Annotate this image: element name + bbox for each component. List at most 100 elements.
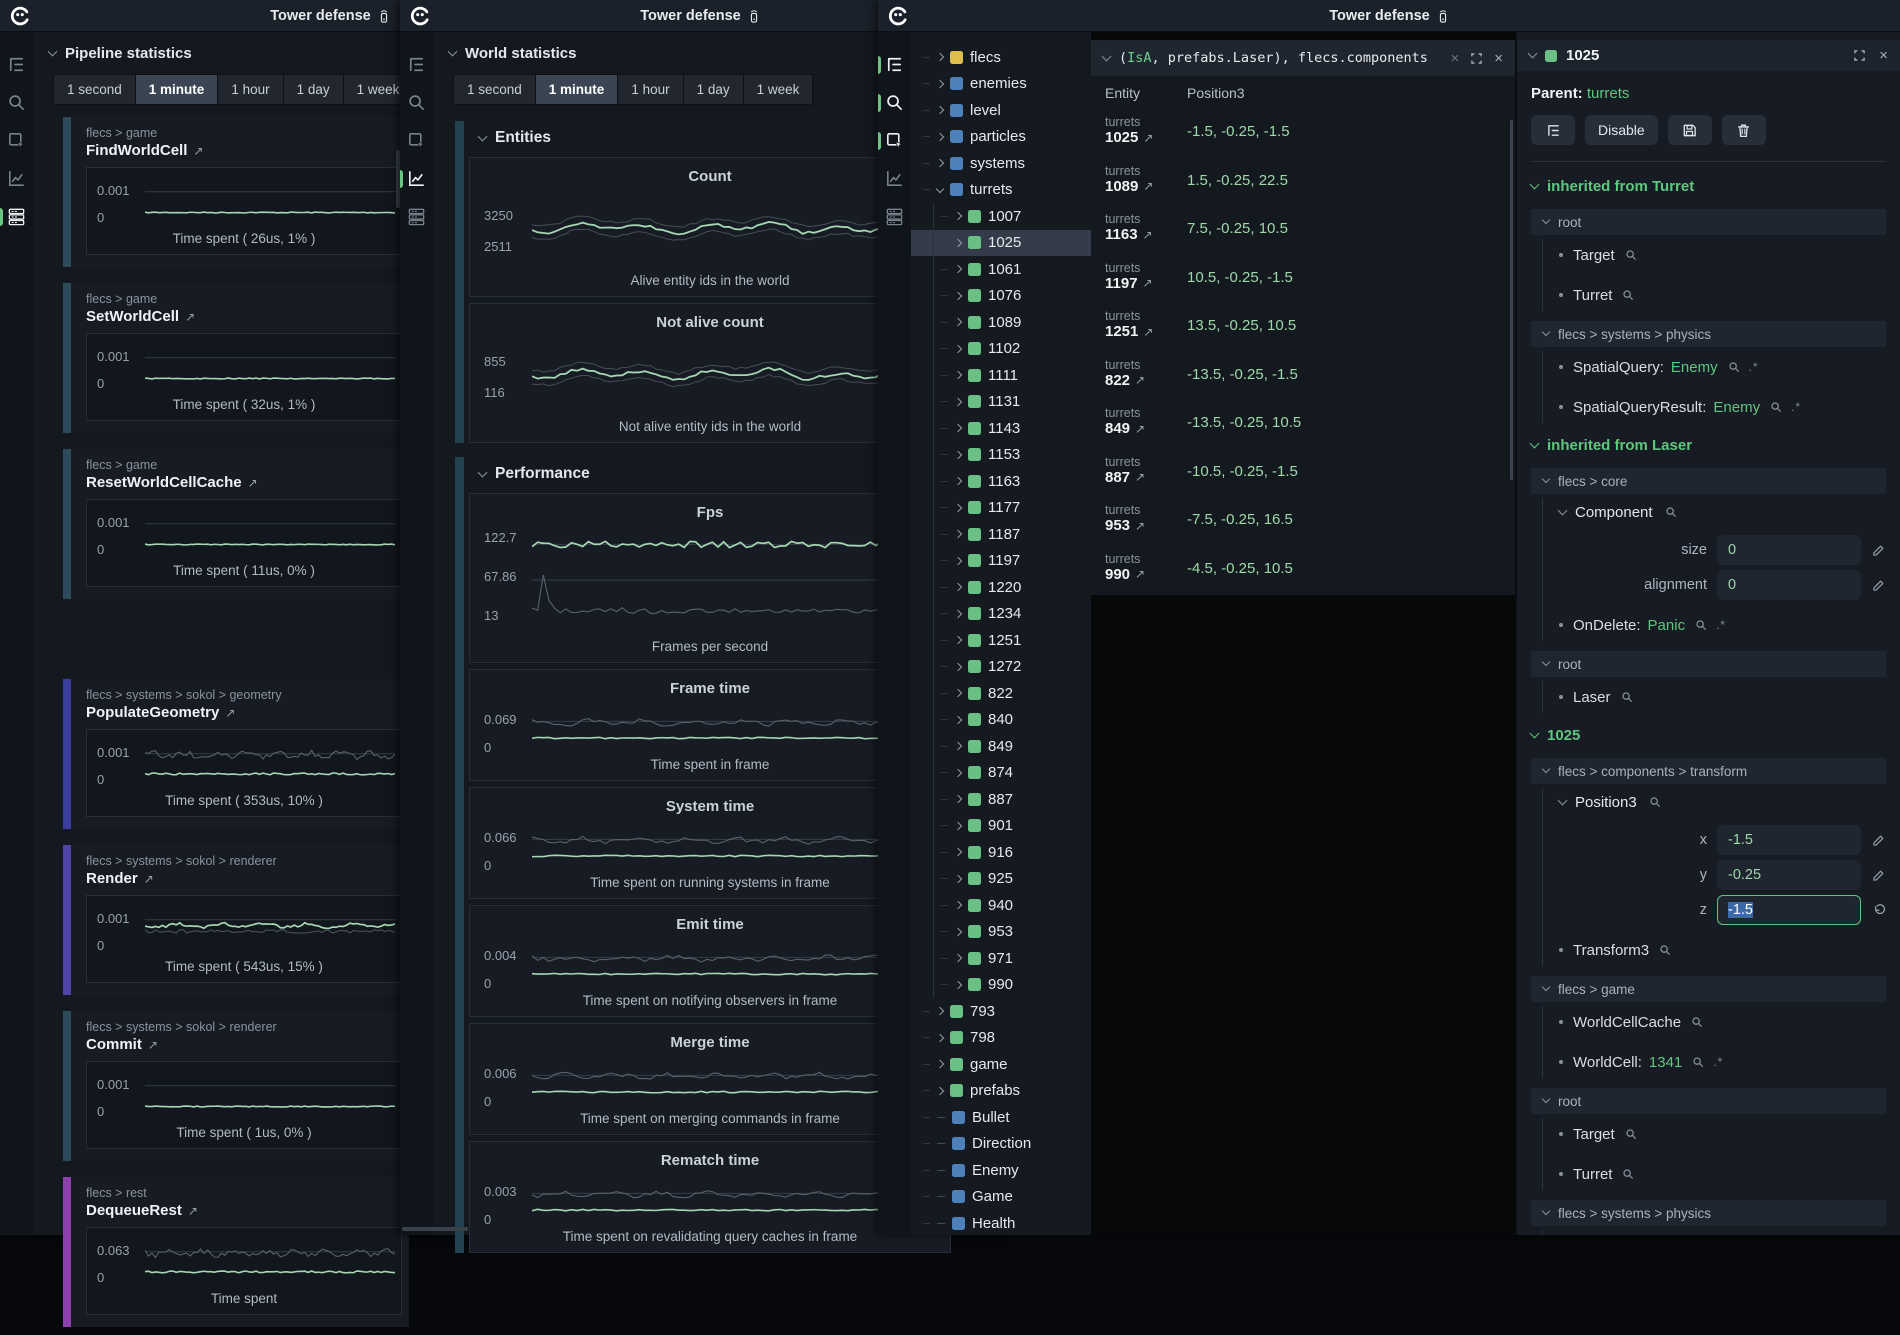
sidebar-item-search[interactable]	[878, 92, 911, 115]
external-link-icon[interactable]: ↗	[1143, 276, 1153, 290]
tree-chevron-icon[interactable]	[954, 318, 962, 326]
query-result-row[interactable]: turrets 822 ↗ -13.5, -0.25, -1.5	[1091, 353, 1515, 402]
tree-item[interactable]: 1234	[911, 601, 1091, 628]
time-range-tab[interactable]: 1 hour	[618, 75, 682, 104]
sidebar-item-tree[interactable]	[0, 54, 33, 77]
entity-id-link[interactable]: 849	[1105, 420, 1130, 437]
own-entity-header[interactable]: 1025	[1531, 717, 1886, 752]
query-magnifier-icon[interactable]	[1620, 690, 1634, 704]
tree-item[interactable]: prefabs	[911, 1078, 1091, 1105]
delete-button[interactable]	[1722, 115, 1766, 145]
tree-item[interactable]: turrets	[911, 177, 1091, 204]
entity-id-link[interactable]: 1163	[1105, 226, 1138, 243]
close-icon[interactable]: ×	[1879, 47, 1888, 64]
z-input-active[interactable]: -1.5	[1717, 895, 1861, 925]
pair-target-link[interactable]: Panic	[1648, 617, 1686, 634]
external-link-icon[interactable]: ↗	[1143, 325, 1153, 339]
entity-id-link[interactable]: 822	[1105, 372, 1130, 389]
tree-chevron-icon[interactable]	[936, 185, 944, 193]
tree-chevron-icon[interactable]	[954, 583, 962, 591]
tree-chevron-icon[interactable]	[954, 875, 962, 883]
tree-item[interactable]: 798	[911, 1025, 1091, 1052]
time-range-tab[interactable]: 1 second	[54, 75, 135, 104]
tree-item[interactable]: Enemy	[911, 1157, 1091, 1184]
query-magnifier-icon[interactable]	[1658, 943, 1672, 957]
tree-item[interactable]: Health	[911, 1210, 1091, 1235]
scope-physics-header[interactable]: flecs > systems > physics	[1531, 321, 1886, 347]
external-link-icon[interactable]: ↗	[193, 144, 203, 158]
query-magnifier-icon[interactable]	[1648, 795, 1662, 809]
tree-chevron-icon[interactable]	[954, 636, 962, 644]
tree-chevron-icon[interactable]	[954, 716, 962, 724]
tree-item[interactable]: 1251	[911, 627, 1091, 654]
sidebar-item-charts[interactable]	[0, 168, 33, 191]
tree-item[interactable]: 1187	[911, 521, 1091, 548]
tree-chevron-icon[interactable]	[937, 1143, 945, 1144]
entity-id-link[interactable]: 1089	[1105, 178, 1138, 195]
external-link-icon[interactable]: ↗	[1135, 519, 1145, 533]
inherited-laser-header[interactable]: inherited from Laser	[1531, 427, 1886, 462]
tree-item[interactable]: 849	[911, 733, 1091, 760]
external-link-icon[interactable]: ↗	[148, 1038, 158, 1052]
save-button[interactable]	[1668, 115, 1712, 145]
sidebar-item-statistics[interactable]	[0, 206, 33, 229]
pair-target-link[interactable]: 1341	[1649, 1054, 1682, 1071]
edit-pencil-icon[interactable]	[1871, 578, 1886, 593]
scrollbar-thumb[interactable]	[1510, 120, 1513, 480]
edit-pencil-icon[interactable]	[1871, 868, 1886, 883]
tree-item[interactable]: 822	[911, 680, 1091, 707]
time-range-tab[interactable]: 1 second	[454, 75, 535, 104]
tree-chevron-icon[interactable]	[937, 1170, 945, 1171]
tree-chevron-icon[interactable]	[936, 53, 944, 61]
tree-chevron-icon[interactable]	[937, 1196, 945, 1197]
time-range-tab[interactable]: 1 week	[744, 75, 813, 104]
tree-item[interactable]: 971	[911, 945, 1091, 972]
tree-chevron-icon[interactable]	[936, 1007, 944, 1015]
entity-id-link[interactable]: 887	[1105, 469, 1130, 486]
tree-chevron-icon[interactable]	[937, 1117, 945, 1118]
tree-chevron-icon[interactable]	[954, 689, 962, 697]
query-magnifier-icon[interactable]	[1691, 1055, 1705, 1069]
disable-button[interactable]: Disable	[1585, 115, 1658, 145]
tree-item[interactable]: 840	[911, 707, 1091, 734]
tree-chevron-icon[interactable]	[954, 530, 962, 538]
query-magnifier-icon[interactable]	[1621, 1167, 1635, 1181]
tree-item[interactable]: Bullet	[911, 1104, 1091, 1131]
entity-id-link[interactable]: 990	[1105, 566, 1130, 583]
query-result-row[interactable]: turrets 1025 ↗ -1.5, -0.25, -1.5	[1091, 110, 1515, 159]
tree-item[interactable]: 887	[911, 786, 1091, 813]
tree-item[interactable]: 1089	[911, 309, 1091, 336]
close-icon[interactable]: ×	[1494, 50, 1503, 67]
sidebar-item-charts[interactable]	[878, 168, 911, 191]
sidebar-item-statistics[interactable]	[878, 206, 911, 229]
clear-query-icon[interactable]: ×	[1450, 50, 1459, 67]
tree-view-button[interactable]	[1531, 115, 1575, 145]
time-range-tab[interactable]: 1 minute	[536, 75, 618, 104]
edit-pencil-icon[interactable]	[1871, 543, 1886, 558]
tree-item[interactable]: 1153	[911, 442, 1091, 469]
edit-pencil-icon[interactable]	[1871, 833, 1886, 848]
chevron-down-icon[interactable]	[1102, 51, 1112, 61]
sidebar-item-search[interactable]	[400, 92, 433, 115]
tree-item[interactable]: 1007	[911, 203, 1091, 230]
time-range-tab[interactable]: 1 day	[284, 75, 343, 104]
pair-target-link[interactable]: Enemy	[1713, 399, 1760, 416]
tree-item[interactable]: particles	[911, 124, 1091, 151]
tree-item[interactable]: game	[911, 1051, 1091, 1078]
tree-chevron-icon[interactable]	[954, 345, 962, 353]
sidebar-item-inspect[interactable]	[400, 130, 433, 153]
sidebar-item-charts[interactable]	[400, 168, 433, 191]
entity-id-link[interactable]: 1197	[1105, 275, 1138, 292]
tree-chevron-icon[interactable]	[954, 901, 962, 909]
tree-chevron-icon[interactable]	[954, 212, 962, 220]
tree-chevron-icon[interactable]	[936, 159, 944, 167]
tree-item[interactable]: 1143	[911, 415, 1091, 442]
tree-chevron-icon[interactable]	[954, 371, 962, 379]
x-input[interactable]: -1.5	[1717, 825, 1861, 855]
tree-item[interactable]: 925	[911, 866, 1091, 893]
tree-item[interactable]: 990	[911, 972, 1091, 999]
query-result-row[interactable]: turrets 887 ↗ -10.5, -0.25, -1.5	[1091, 450, 1515, 499]
sidebar-item-inspect[interactable]	[878, 130, 911, 153]
horizontal-scrollbar-thumb[interactable]	[402, 1227, 468, 1231]
time-range-tab[interactable]: 1 day	[684, 75, 743, 104]
